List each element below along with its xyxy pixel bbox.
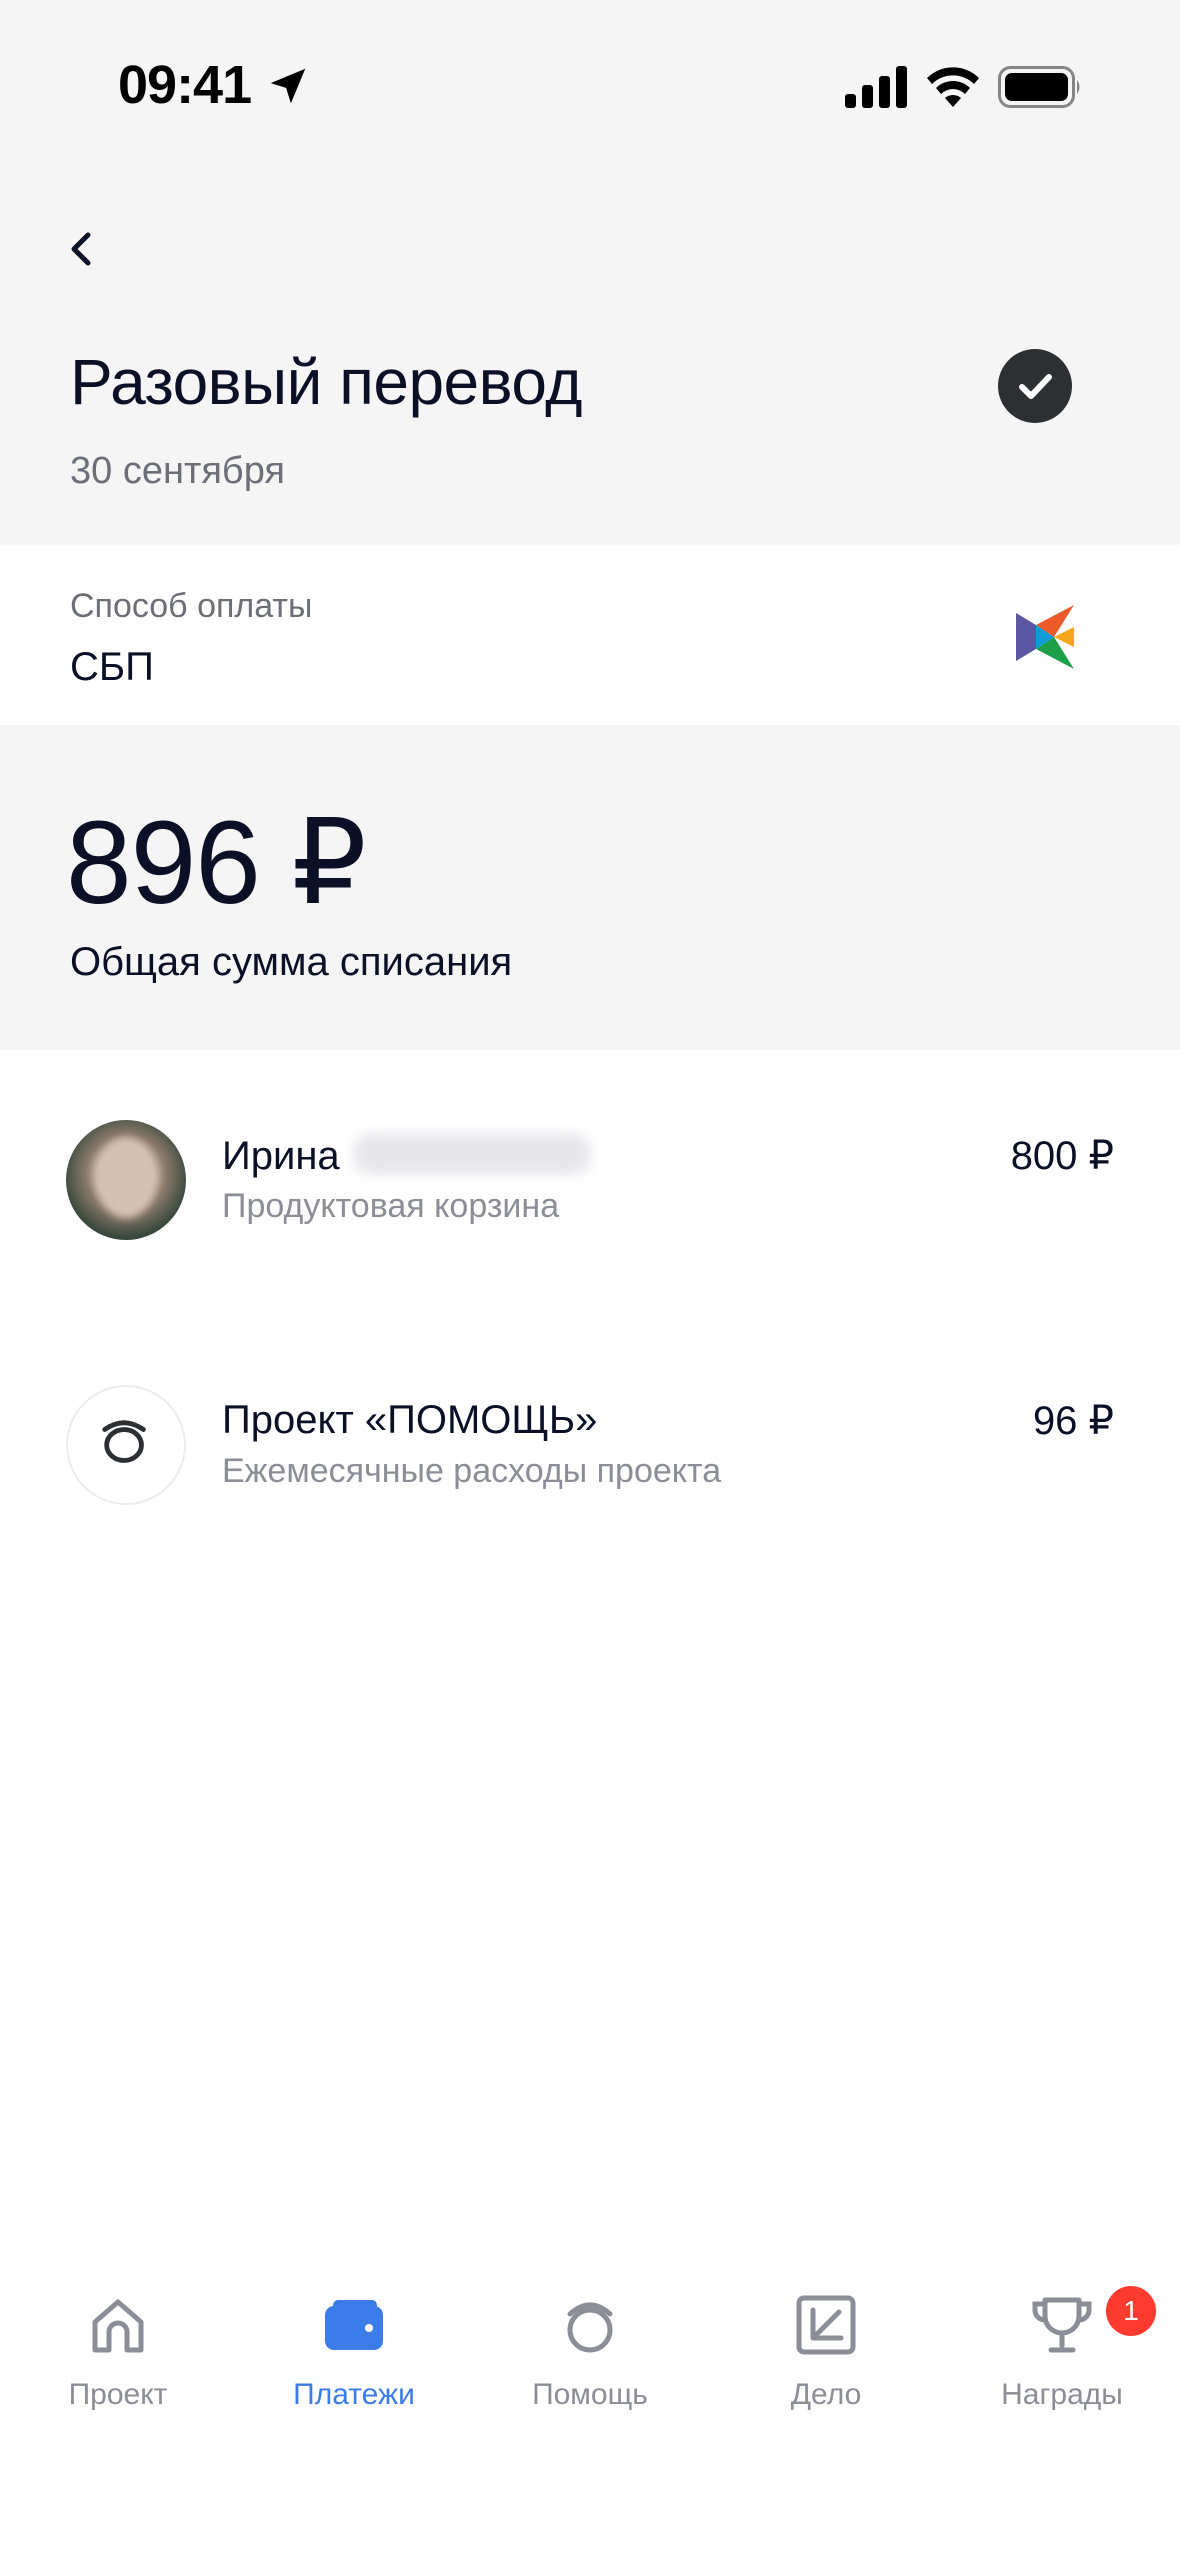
wifi-icon	[927, 67, 979, 107]
home-indicator	[432, 2520, 748, 2530]
list-item[interactable]: Проект «ПОМОЩЬ» Ежемесячные расходы прое…	[0, 1360, 1180, 1530]
trophy-icon	[1032, 2297, 1092, 2353]
tab-label: Дело	[790, 2378, 862, 2411]
bottom-nav: Проект Платежи Помощь Дело Награды	[0, 2270, 1180, 2556]
battery-icon	[998, 66, 1080, 108]
status-bar: 09:41	[0, 0, 1180, 175]
tab-label: Помощь	[532, 2378, 648, 2411]
page-title: Разовый перевод	[70, 346, 582, 418]
cellular-signal-icon	[845, 66, 907, 108]
rewards-badge: 1	[1106, 2286, 1156, 2336]
item-subtitle: Ежемесячные расходы проекта	[222, 1452, 722, 1490]
tab-label: Награды	[1001, 2378, 1123, 2411]
tab-deal[interactable]: Дело	[708, 2270, 944, 2430]
tab-project[interactable]: Проект	[0, 2270, 236, 2430]
payment-date: 30 сентября	[70, 450, 285, 492]
item-amount: 96 ₽	[1032, 1399, 1114, 1443]
status-time: 09:41	[118, 55, 252, 115]
home-icon	[92, 2299, 144, 2353]
payment-method-section: Способ оплаты СБП	[0, 545, 1180, 725]
wallet-icon	[325, 2300, 383, 2350]
avatar	[66, 1120, 186, 1240]
sbp-logo-icon	[1016, 605, 1074, 669]
tab-label: Проект	[68, 2378, 168, 2411]
item-amount: 800 ₽	[1010, 1134, 1114, 1178]
deal-icon	[796, 2295, 856, 2355]
recipient-name: Ирина	[222, 1134, 340, 1178]
project-logo-icon	[66, 1385, 186, 1505]
help-logo-icon	[567, 2302, 613, 2353]
item-title: Ирина	[222, 1133, 592, 1179]
item-title: Проект «ПОМОЩЬ»	[222, 1398, 598, 1442]
tab-help[interactable]: Помощь	[472, 2270, 708, 2430]
tab-payments[interactable]: Платежи	[236, 2270, 472, 2430]
tab-label: Платежи	[293, 2378, 415, 2411]
location-arrow-icon	[270, 68, 306, 104]
list-item[interactable]: Ирина Продуктовая корзина 800 ₽	[0, 1095, 1180, 1265]
total-amount: 896 ₽	[66, 797, 367, 929]
payment-method-label: Способ оплаты	[70, 587, 313, 625]
check-circle-icon	[998, 349, 1072, 423]
total-section: 896 ₽ Общая сумма списания	[0, 725, 1180, 1050]
back-chevron-icon[interactable]	[52, 219, 112, 279]
payment-method-value: СБП	[70, 645, 154, 689]
header: Разовый перевод 30 сентября	[0, 175, 1180, 545]
blurred-surname	[351, 1133, 592, 1175]
total-label: Общая сумма списания	[70, 940, 513, 984]
item-subtitle: Продуктовая корзина	[222, 1187, 560, 1225]
